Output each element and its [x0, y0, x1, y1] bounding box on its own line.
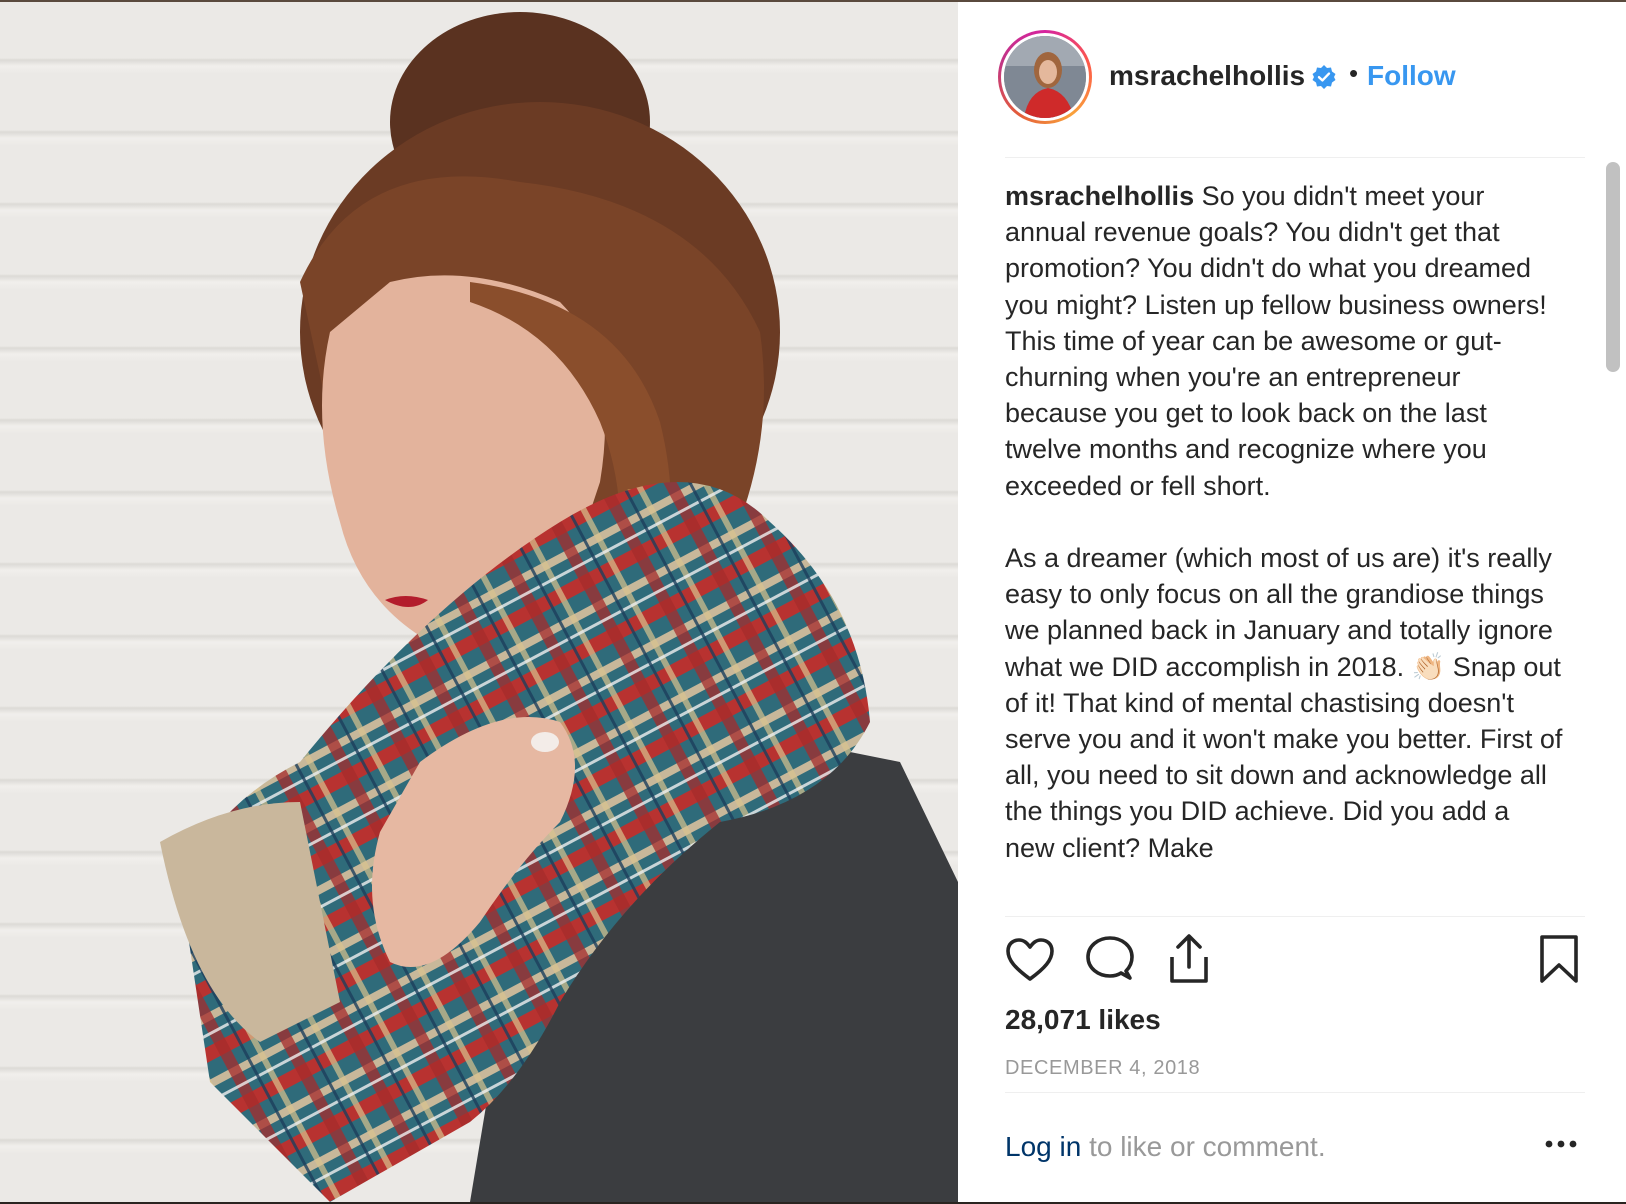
caption-username[interactable]: msrachelhollis	[1005, 181, 1194, 211]
post-photo[interactable]	[0, 2, 958, 1202]
share-icon[interactable]	[1166, 933, 1212, 985]
post-author-username[interactable]: msrachelhollis	[1109, 60, 1305, 92]
caption-text: So you didn't meet your annual revenue g…	[1005, 181, 1563, 863]
footer-divider	[1005, 1092, 1585, 1093]
likes-count[interactable]: 28,071 likes	[1005, 1004, 1161, 1036]
verified-badge-icon	[1312, 65, 1336, 89]
follow-button[interactable]: Follow	[1367, 60, 1456, 92]
header-divider	[1005, 157, 1585, 158]
avatar-photo	[1004, 36, 1086, 118]
caption-scrollbar-thumb[interactable]	[1606, 162, 1620, 372]
more-options-icon[interactable]	[1545, 1138, 1577, 1150]
heart-icon[interactable]	[1005, 937, 1055, 983]
comment-bubble-icon[interactable]	[1086, 935, 1134, 985]
post-photo-illustration	[160, 12, 958, 1202]
caption-divider	[1005, 916, 1585, 917]
login-prompt-text: to like or comment.	[1081, 1131, 1326, 1162]
header-separator-dot: •	[1349, 58, 1359, 88]
profile-avatar[interactable]	[998, 30, 1092, 124]
post-caption: msrachelhollis So you didn't meet your a…	[1005, 178, 1565, 914]
post-date[interactable]: DECEMBER 4, 2018	[1005, 1057, 1200, 1080]
log-in-link[interactable]: Log in	[1005, 1131, 1081, 1162]
avatar-illustration	[1004, 36, 1086, 118]
bookmark-icon[interactable]	[1539, 934, 1579, 984]
login-prompt: Log in to like or comment.	[1005, 1131, 1326, 1163]
